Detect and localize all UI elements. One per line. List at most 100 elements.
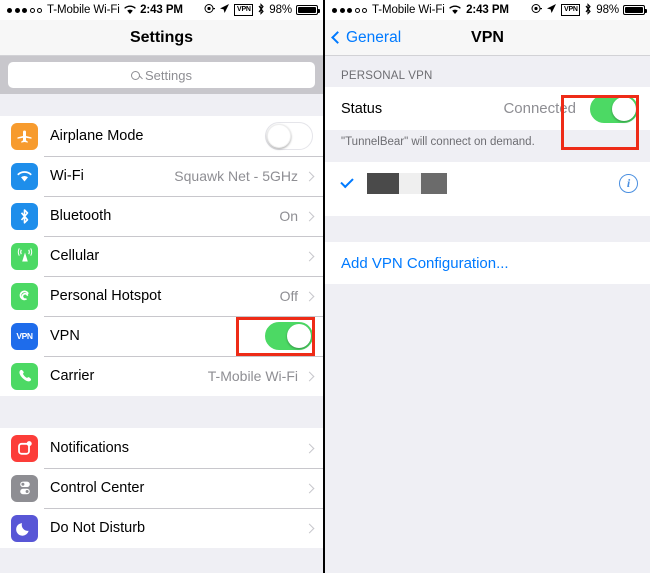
left-phone-panel: T-Mobile Wi-Fi 2:43 PM VPN 98% Settings …	[0, 0, 325, 573]
settings-group-system: Notifications Control Center Do Not Dist…	[0, 428, 323, 548]
vpn-configuration-row[interactable]: i	[325, 162, 650, 204]
status-bar-right: T-Mobile Wi-Fi 2:43 PM VPN 98%	[325, 0, 650, 20]
page-title: Settings	[129, 28, 194, 46]
chevron-right-icon	[304, 171, 315, 181]
wifi-icon	[123, 5, 136, 15]
airplane-mode-toggle[interactable]	[265, 122, 313, 150]
vpn-toggle[interactable]	[265, 322, 313, 350]
vpn-status-row[interactable]: Status Connected	[325, 87, 650, 130]
settings-row-label: Wi-Fi	[50, 168, 84, 184]
info-circle-icon[interactable]: i	[619, 173, 638, 193]
vpn-status-badge: VPN	[561, 4, 581, 16]
cellular-tower-icon	[11, 242, 38, 270]
settings-row-value: T-Mobile Wi-Fi	[207, 368, 298, 384]
chevron-right-icon	[304, 251, 315, 261]
do-not-disturb-moon-icon	[11, 514, 38, 542]
battery-percent-label: 98%	[269, 4, 292, 16]
settings-row-carrier[interactable]: Carrier T-Mobile Wi-Fi	[0, 356, 323, 396]
vpn-status-value: Connected	[503, 100, 576, 117]
signal-strength-dots	[332, 7, 367, 13]
vpn-status-label: Status	[341, 100, 383, 117]
bluetooth-icon	[11, 202, 38, 230]
settings-row-label: Cellular	[50, 248, 100, 264]
chevron-right-icon	[304, 443, 315, 453]
vpn-footer-note: "TunnelBear" will connect on demand.	[325, 130, 650, 148]
section-gap-3	[0, 548, 323, 573]
airplane-icon	[11, 122, 38, 150]
checkmark-icon	[340, 174, 354, 188]
carrier-label: T-Mobile Wi-Fi	[372, 4, 445, 16]
section-gap-right-1	[325, 148, 650, 162]
chevron-right-icon	[304, 483, 315, 493]
status-bar-right-icons: VPN 98%	[531, 2, 647, 18]
dual-phone-screenshot: T-Mobile Wi-Fi 2:43 PM VPN 98% Settings …	[0, 0, 650, 573]
section-gap-2	[0, 396, 323, 428]
nav-bar-right: General VPN	[325, 20, 650, 56]
chevron-left-icon	[331, 31, 344, 44]
section-gap-1	[0, 94, 323, 116]
settings-row-label: Airplane Mode	[50, 128, 144, 144]
settings-row-vpn[interactable]: VPN VPN	[0, 316, 323, 356]
navigation-arrow-icon	[219, 3, 230, 17]
location-services-icon	[204, 3, 216, 17]
wifi-icon	[11, 162, 38, 190]
carrier-label: T-Mobile Wi-Fi	[47, 4, 120, 16]
section-gap-right-2	[325, 216, 650, 242]
settings-row-notifications[interactable]: Notifications	[0, 428, 323, 468]
search-placeholder: Settings	[145, 67, 192, 83]
phone-icon	[11, 362, 38, 390]
settings-row-value: On	[279, 208, 298, 224]
chevron-right-icon	[304, 523, 315, 533]
search-input[interactable]: Settings	[8, 62, 315, 88]
settings-row-cellular[interactable]: Cellular	[0, 236, 323, 276]
location-services-icon	[531, 3, 543, 17]
vpn-configuration-name-redacted	[367, 172, 447, 194]
back-button-general[interactable]: General	[331, 28, 402, 47]
search-bar-container: Settings	[0, 56, 323, 94]
bluetooth-icon	[257, 2, 265, 18]
section-gap-right-3	[325, 284, 650, 544]
battery-icon	[623, 5, 647, 15]
settings-group-connectivity: Airplane Mode Wi-Fi Squawk Net - 5GHz Bl…	[0, 116, 323, 396]
settings-row-control-center[interactable]: Control Center	[0, 468, 323, 508]
vpn-status-toggle[interactable]	[590, 94, 638, 123]
settings-row-do-not-disturb[interactable]: Do Not Disturb	[0, 508, 323, 548]
status-bar-left: T-Mobile Wi-Fi 2:43 PM VPN 98%	[0, 0, 323, 20]
settings-row-label: VPN	[50, 328, 80, 344]
chevron-right-icon	[304, 211, 315, 221]
settings-row-personal-hotspot[interactable]: Personal Hotspot Off	[0, 276, 323, 316]
chevron-right-icon	[304, 291, 315, 301]
settings-row-value: Off	[279, 288, 298, 304]
settings-row-label: Personal Hotspot	[50, 288, 162, 304]
vpn-icon: VPN	[11, 322, 38, 350]
right-phone-panel: T-Mobile Wi-Fi 2:43 PM VPN 98% General V…	[325, 0, 650, 573]
signal-strength-dots	[7, 7, 42, 13]
personal-hotspot-icon	[11, 282, 38, 310]
wifi-icon	[448, 5, 461, 15]
settings-row-label: Control Center	[50, 480, 145, 496]
redaction-overlay-stub	[325, 204, 650, 216]
navigation-arrow-icon	[546, 3, 557, 17]
chevron-right-icon	[304, 371, 315, 381]
settings-row-bluetooth[interactable]: Bluetooth On	[0, 196, 323, 236]
battery-percent-label: 98%	[596, 4, 619, 16]
settings-row-label: Carrier	[50, 368, 95, 384]
control-center-icon	[11, 474, 38, 502]
search-icon	[131, 70, 140, 80]
bluetooth-icon	[584, 2, 592, 18]
settings-row-label: Notifications	[50, 440, 129, 456]
add-vpn-configuration-button[interactable]: Add VPN Configuration...	[325, 242, 650, 284]
settings-row-value: Squawk Net - 5GHz	[174, 168, 298, 184]
vpn-status-badge: VPN	[234, 4, 254, 16]
settings-row-airplane-mode[interactable]: Airplane Mode	[0, 116, 323, 156]
settings-row-label: Bluetooth	[50, 208, 112, 224]
section-header-personal-vpn: PERSONAL VPN	[325, 56, 650, 87]
back-button-label: General	[346, 28, 402, 46]
settings-row-wifi[interactable]: Wi-Fi Squawk Net - 5GHz	[0, 156, 323, 196]
notifications-icon	[11, 434, 38, 462]
page-title: VPN	[471, 28, 504, 46]
status-bar-right-icons: VPN 98%	[204, 2, 320, 18]
battery-icon	[296, 5, 320, 15]
add-vpn-configuration-label: Add VPN Configuration...	[341, 254, 509, 272]
settings-row-label: Do Not Disturb	[50, 520, 146, 536]
